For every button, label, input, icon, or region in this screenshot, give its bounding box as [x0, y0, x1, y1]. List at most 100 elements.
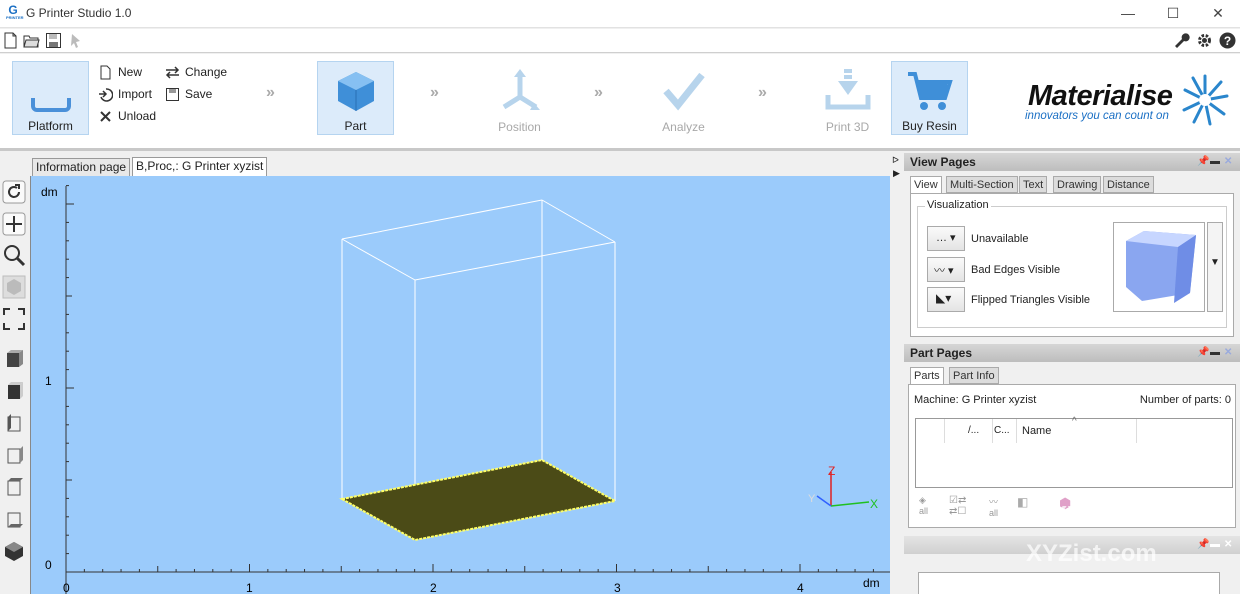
view-top-icon[interactable]: [2, 475, 26, 499]
shading-preview[interactable]: [1113, 222, 1205, 312]
part-pages-header: Part Pages 📌 ▬ ✕: [904, 344, 1240, 362]
column-header-color[interactable]: C...: [994, 425, 1010, 436]
unhide-all-label: all: [989, 508, 999, 518]
open-folder-icon[interactable]: [23, 32, 40, 49]
unavailable-style-button[interactable]: … ▾: [927, 226, 965, 251]
tab-platform-view[interactable]: B,Proc,: G Printer xyzist: [132, 157, 268, 177]
tab-distance[interactable]: Distance: [1103, 176, 1154, 193]
x-tick-label: 4: [797, 581, 804, 594]
view-pages-header: View Pages 📌 ▬ ✕: [904, 153, 1240, 171]
visualization-group-label: Visualization: [925, 199, 991, 211]
tab-view[interactable]: View: [910, 176, 942, 194]
step-chevron: »: [266, 84, 275, 101]
view-pages-panel: View Pages 📌 ▬ ✕ View Multi-Section Text…: [904, 151, 1240, 339]
minimize-panel-icon[interactable]: ▬: [1210, 153, 1220, 171]
pin-icon[interactable]: 📌: [1197, 536, 1209, 554]
close-panel-icon[interactable]: ✕: [1224, 536, 1232, 554]
view-bottom-icon[interactable]: [2, 507, 26, 531]
rotate-icon[interactable]: [2, 180, 26, 204]
column-header-visible[interactable]: /...: [968, 425, 979, 436]
unhide-all-icon[interactable]: 〰 all: [989, 495, 1011, 519]
view-toolbar: [0, 177, 30, 594]
tab-multi-section[interactable]: Multi-Section: [946, 176, 1018, 193]
x-axis-label: X: [870, 497, 878, 511]
close-panel-icon[interactable]: ✕: [1224, 344, 1232, 362]
print-3d-button[interactable]: Print 3D: [809, 61, 886, 135]
zoom-icon[interactable]: [2, 243, 26, 267]
window-title: G Printer Studio 1.0: [26, 6, 132, 20]
parts-count: Number of parts: 0: [1139, 394, 1231, 406]
new-file-icon[interactable]: [2, 32, 19, 49]
pin-icon[interactable]: 📌: [1197, 153, 1209, 171]
view-front-icon[interactable]: [2, 379, 26, 403]
platform-button[interactable]: Platform: [12, 61, 89, 135]
toggle-checkboxes-icon[interactable]: ☑⇄ ⇄☐: [949, 495, 975, 519]
position-axes-icon: [502, 69, 540, 110]
maximize-button[interactable]: ☐: [1158, 3, 1188, 23]
view-cube-iso-icon[interactable]: [2, 347, 26, 371]
view-pages-tabs: View Multi-Section Text Drawing Distance: [910, 176, 1230, 194]
wrench-icon[interactable]: [1173, 32, 1190, 49]
tab-information-page[interactable]: Information page: [32, 158, 131, 176]
hide-part-icon[interactable]: ◧: [1017, 495, 1039, 519]
platform-label: Platform: [28, 119, 73, 133]
change-button[interactable]: Change: [165, 63, 227, 81]
buy-resin-button[interactable]: Buy Resin: [891, 61, 968, 135]
column-header-name[interactable]: Name: [1022, 425, 1051, 437]
minimize-button[interactable]: —: [1113, 3, 1143, 23]
build-platform-plate[interactable]: [339, 458, 618, 542]
view-pages-title: View Pages: [910, 155, 976, 169]
unload-button[interactable]: Unload: [98, 107, 156, 125]
panel-splitter[interactable]: ᐅ ▶: [890, 151, 904, 594]
position-button[interactable]: Position: [481, 61, 558, 135]
x-axis-line: [830, 501, 870, 507]
tab-part-info[interactable]: Part Info: [949, 367, 999, 384]
new-platform-button[interactable]: New: [98, 63, 142, 81]
collapse-arrow-icon[interactable]: ▶: [893, 168, 900, 179]
view-right-icon[interactable]: [2, 411, 26, 435]
tab-drawing[interactable]: Drawing: [1053, 176, 1102, 193]
part-button[interactable]: Part: [317, 61, 394, 135]
close-button[interactable]: ✕: [1203, 3, 1233, 23]
pointer-icon[interactable]: [68, 32, 85, 49]
shopping-cart-icon: [907, 72, 953, 110]
new-label: New: [118, 65, 143, 79]
shading-dropdown-arrow[interactable]: ▼: [1207, 222, 1223, 312]
new-icon: [100, 65, 111, 80]
save-platform-button[interactable]: Save: [165, 85, 212, 103]
part-label: Part: [344, 119, 367, 133]
app-logo-icon: G PRINTER: [6, 4, 24, 22]
3d-viewport[interactable]: dm 1 0 0 1 2 3 4 dm Z X Y: [30, 176, 891, 594]
pin-icon[interactable]: 📌: [1197, 344, 1209, 362]
z-axis-label: Z: [828, 464, 835, 478]
y-axis-label: Y: [808, 493, 816, 505]
save-icon[interactable]: [45, 32, 62, 49]
flipped-triangles-style-button[interactable]: ◣▾: [927, 287, 965, 312]
pan-icon[interactable]: [2, 212, 26, 236]
tab-text[interactable]: Text: [1019, 176, 1048, 193]
title-bar: G PRINTER G Printer Studio 1.0 — ☐ ✕: [0, 0, 1240, 28]
bad-edges-style-button[interactable]: 〰 ▾: [927, 257, 965, 282]
help-icon[interactable]: ?: [1219, 32, 1236, 49]
import-icon: [99, 88, 113, 102]
analyze-button[interactable]: Analyze: [645, 61, 722, 135]
svg-text:?: ?: [1224, 34, 1231, 48]
gear-icon[interactable]: [1196, 32, 1213, 49]
view-left-icon[interactable]: [2, 443, 26, 467]
close-panel-icon[interactable]: ✕: [1224, 153, 1232, 171]
zoom-fit-icon[interactable]: [2, 307, 26, 331]
pin-icon[interactable]: ᐅ: [892, 155, 899, 166]
tab-parts[interactable]: Parts: [910, 367, 944, 385]
third-panel-body: [918, 572, 1220, 594]
save-label: Save: [185, 87, 213, 101]
minimize-panel-icon[interactable]: ▬: [1210, 344, 1220, 362]
import-button[interactable]: Import: [98, 85, 152, 103]
select-all-parts-icon[interactable]: ◈ all: [919, 495, 941, 519]
minimize-panel-icon[interactable]: ▬: [1210, 536, 1220, 554]
parts-table[interactable]: /... C... Name ^: [915, 416, 1233, 488]
unload-x-icon: [100, 111, 111, 122]
analyze-label: Analyze: [662, 120, 705, 134]
zoom-selection-icon[interactable]: [2, 275, 26, 299]
view-solid-cube-icon[interactable]: [2, 539, 26, 563]
buy-resin-label: Buy Resin: [902, 119, 957, 133]
